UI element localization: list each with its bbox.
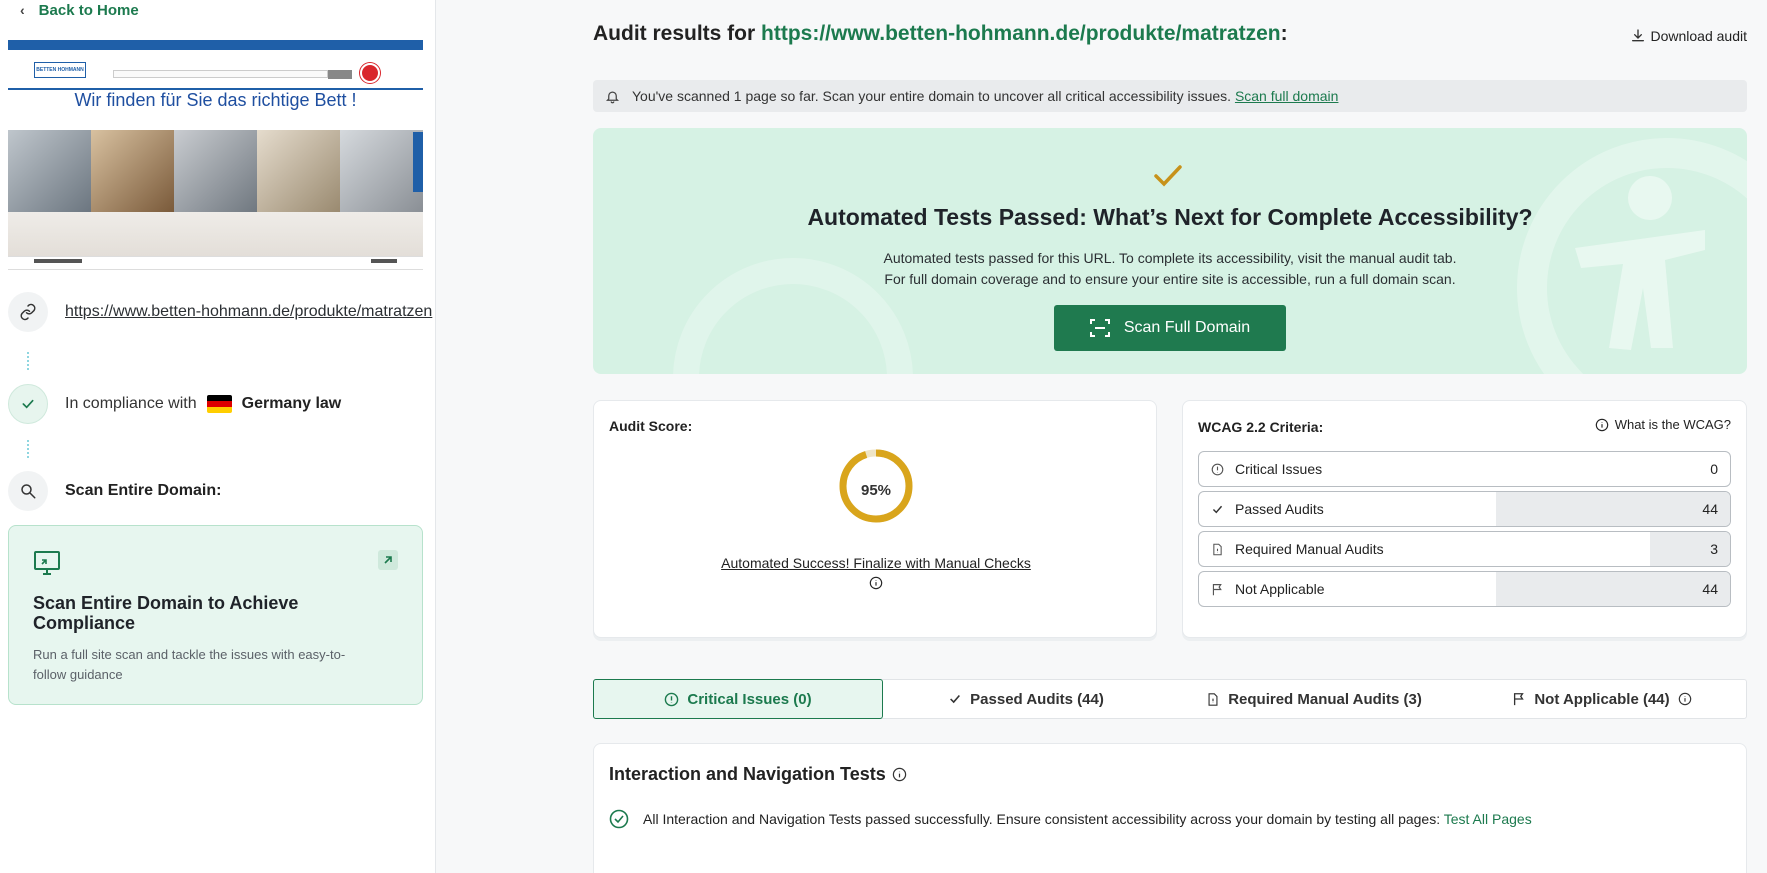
scan-entire-label: Scan Entire Domain: [65, 482, 222, 499]
sidebar: ‹ Back to Home BETTEN HOHMANN Wir finden… [0, 0, 436, 873]
scan-icon [1089, 319, 1110, 337]
monitor-icon [33, 550, 398, 581]
interaction-navigation-section: Interaction and Navigation Tests All Int… [593, 743, 1747, 873]
criteria-row-not-applicable[interactable]: Not Applicable 44 [1198, 571, 1731, 607]
criteria-row-passed[interactable]: Passed Audits 44 [1198, 491, 1731, 527]
criteria-name: Critical Issues [1235, 461, 1323, 477]
criteria-fill [1496, 572, 1730, 606]
criteria-fill [1650, 532, 1730, 566]
check-icon [8, 384, 48, 424]
flag-icon [1211, 583, 1225, 596]
title-prefix: Audit results for [593, 22, 756, 45]
alert-circle-icon [665, 692, 679, 706]
scan-domain-card[interactable]: Scan Entire Domain to Achieve Compliance… [8, 525, 423, 705]
info-icon [869, 576, 883, 590]
preview-search-button [328, 70, 352, 79]
criteria-count: 0 [1710, 461, 1718, 477]
link-icon [8, 292, 48, 332]
connector-dots [27, 352, 29, 370]
preview-menu [8, 82, 423, 90]
audit-score-label: Audit Score: [609, 418, 693, 434]
connector-dots [27, 440, 29, 458]
document-icon [1211, 543, 1225, 556]
scan-full-domain-button[interactable]: Scan Full Domain [1054, 305, 1286, 351]
hero-line-2: For full domain coverage and to ensure y… [884, 271, 1456, 287]
criteria-row-critical[interactable]: Critical Issues 0 [1198, 451, 1731, 487]
criteria-count: 44 [1702, 581, 1718, 597]
tab-required-manual-audits[interactable]: Required Manual Audits (3) [1170, 680, 1458, 718]
compliance-prefix: In compliance with [65, 395, 197, 412]
scan-full-domain-link[interactable]: Scan full domain [1235, 88, 1339, 104]
cta-title: Scan Entire Domain to Achieve Compliance [33, 593, 299, 633]
download-audit-button[interactable]: Download audit [1630, 28, 1747, 44]
criteria-name: Passed Audits [1235, 501, 1324, 517]
success-check-icon [1153, 164, 1183, 193]
download-label: Download audit [1650, 28, 1747, 44]
url-row: https://www.betten-hohmann.de/produkte/m… [8, 292, 435, 332]
hero-line-1: Automated tests passed for this URL. To … [883, 250, 1457, 266]
info-icon [1595, 418, 1608, 431]
search-icon [8, 471, 48, 511]
preview-topbar [8, 40, 423, 50]
success-hero: Automated Tests Passed: What’s Next for … [593, 128, 1747, 374]
preview-breadcrumb [8, 256, 423, 269]
check-icon [1211, 503, 1225, 516]
page-title: Audit results for https://www.betten-hoh… [593, 22, 1288, 46]
what-is-wcag-button[interactable]: What is the WCAG? [1595, 417, 1731, 432]
criteria-row-manual[interactable]: Required Manual Audits 3 [1198, 531, 1731, 567]
info-icon [1678, 692, 1691, 706]
criteria-name: Not Applicable [1235, 581, 1325, 597]
wcag-label: WCAG 2.2 Criteria: [1198, 419, 1324, 435]
tab-not-applicable[interactable]: Not Applicable (44) [1458, 680, 1746, 718]
back-label: Back to Home [38, 1, 139, 19]
flag-icon [1514, 693, 1525, 706]
cta-description: Run a full site scan and tackle the issu… [33, 647, 346, 682]
compliance-text: In compliance with Germany law [65, 395, 341, 413]
notice-text: You've scanned 1 page so far. Scan your … [632, 88, 1339, 104]
alert-circle-icon [1211, 463, 1225, 476]
preview-photos [8, 130, 423, 212]
title-suffix: : [1280, 22, 1288, 45]
preview-search [113, 70, 328, 78]
criteria-count: 3 [1710, 541, 1718, 557]
score-value: 95% [860, 482, 892, 499]
section-title: Interaction and Navigation Tests [609, 764, 907, 785]
info-icon[interactable] [892, 767, 907, 782]
check-icon [950, 694, 961, 704]
scan-notice-banner: You've scanned 1 page so far. Scan your … [593, 80, 1747, 112]
title-url[interactable]: https://www.betten-hohmann.de/produkte/m… [761, 22, 1281, 45]
preview-bed-image [8, 212, 423, 260]
tests-message: All Interaction and Navigation Tests pas… [609, 809, 1532, 829]
compliance-row: In compliance with Germany law [8, 384, 341, 424]
back-to-home-link[interactable]: ‹ Back to Home [20, 0, 139, 20]
audited-url-link[interactable]: https://www.betten-hohmann.de/produkte/m… [65, 300, 435, 324]
criteria-count: 44 [1702, 501, 1718, 517]
wcag-criteria-panel: WCAG 2.2 Criteria: What is the WCAG? Cri… [1182, 400, 1747, 638]
tab-critical-issues[interactable]: Critical Issues (0) [593, 679, 883, 719]
scan-button-label: Scan Full Domain [1123, 319, 1251, 336]
law-label: Germany law [241, 395, 342, 412]
finalize-manual-checks-link[interactable]: Automated Success! Finalize with Manual … [714, 553, 1038, 593]
hero-title: Automated Tests Passed: What’s Next for … [807, 204, 1533, 230]
preview-side-tab [413, 132, 423, 192]
test-all-pages-link[interactable]: Test All Pages [1444, 811, 1532, 827]
preview-headline: Wir finden für Sie das richtige Bett ! [74, 90, 357, 110]
page-preview-thumbnail: BETTEN HOHMANN Wir finden für Sie das ri… [8, 40, 423, 270]
results-tabs: Critical Issues (0) Passed Audits (44) R… [593, 679, 1747, 719]
check-circle-icon [609, 809, 629, 829]
tab-passed-audits[interactable]: Passed Audits (44) [882, 680, 1170, 718]
bell-icon [605, 91, 620, 103]
scan-entire-row: Scan Entire Domain: [8, 471, 221, 511]
criteria-name: Required Manual Audits [1235, 541, 1384, 557]
germany-flag-icon [206, 395, 232, 413]
criteria-fill [1496, 492, 1730, 526]
preview-badge [360, 63, 380, 83]
audit-score-panel: Audit Score: 95% Automated Success! Fina… [593, 400, 1157, 638]
download-icon [1632, 29, 1645, 42]
external-arrow-icon[interactable] [378, 550, 398, 570]
chevron-left-icon: ‹ [20, 2, 25, 18]
document-icon [1208, 692, 1218, 706]
preview-logo: BETTEN HOHMANN [34, 62, 86, 78]
